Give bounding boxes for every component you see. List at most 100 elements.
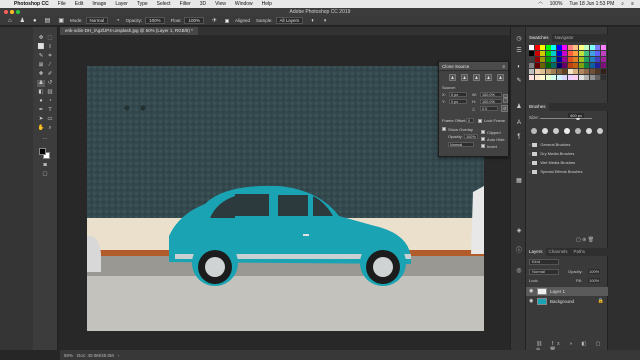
color-swatch[interactable] — [551, 69, 556, 74]
brush-tool-icon[interactable]: ✐ — [46, 71, 54, 78]
minimize-window-button[interactable] — [10, 10, 14, 14]
color-swatch[interactable] — [600, 51, 606, 56]
color-swatch[interactable] — [573, 45, 578, 50]
tab-channels[interactable]: Channels — [546, 248, 571, 256]
brush-size-slider[interactable] — [540, 118, 592, 119]
layer-visibility-eye-icon[interactable]: ◉ — [529, 287, 533, 296]
document-tab[interactable]: erik-odiin-DH_lAgZlJP4-unsplash.jpg @ 50… — [60, 27, 198, 35]
overlay-opacity-field[interactable]: 100% — [464, 134, 478, 139]
color-swatch[interactable] — [529, 63, 534, 68]
recent-brush-4[interactable] — [564, 128, 570, 134]
mode-dropdown[interactable]: Normal — [85, 17, 109, 24]
pen-tool-icon[interactable]: ✒ — [37, 107, 45, 114]
color-swatch[interactable] — [600, 45, 606, 50]
close-window-button[interactable] — [4, 10, 8, 14]
screen-mode-icon[interactable]: ▢ — [41, 171, 49, 178]
color-swatch[interactable] — [600, 57, 606, 62]
color-swatch[interactable] — [589, 75, 595, 80]
wifi-icon[interactable]: ◠ — [538, 0, 542, 8]
layer-visibility-eye-icon[interactable]: ◉ — [529, 297, 533, 306]
clone-source-5-icon[interactable]: ♟ — [497, 74, 504, 81]
color-swatch[interactable] — [589, 51, 595, 56]
offset-y-field[interactable]: 0 px — [449, 99, 467, 104]
character-panel-icon[interactable]: A — [515, 119, 523, 127]
color-swatch[interactable] — [567, 63, 573, 68]
color-swatch[interactable] — [589, 57, 595, 62]
clone-source-1-icon[interactable]: ♟ — [449, 74, 456, 81]
color-swatch[interactable] — [529, 51, 534, 56]
color-swatch[interactable] — [562, 51, 567, 56]
layer-filter-kind[interactable]: Kind — [529, 259, 559, 265]
color-swatch[interactable] — [545, 69, 551, 74]
color-swatch[interactable] — [573, 69, 578, 74]
frame-offset-field[interactable]: 0 — [466, 118, 474, 123]
menu-type[interactable]: Type — [137, 0, 148, 8]
color-swatch[interactable] — [567, 69, 573, 74]
color-swatch[interactable] — [600, 69, 606, 74]
color-swatch[interactable] — [545, 63, 551, 68]
color-swatch[interactable] — [529, 69, 534, 74]
layer-opacity-field[interactable]: 100% — [588, 269, 601, 274]
pressure-size-icon[interactable]: ◑ — [323, 18, 327, 24]
marquee-tool-icon[interactable]: ⬜ — [37, 44, 45, 51]
more-tools-icon[interactable]: … — [41, 135, 49, 142]
color-swatch[interactable] — [540, 69, 545, 74]
clone-source-panel-icon[interactable]: ♟ — [515, 103, 523, 111]
foreground-color-swatch[interactable] — [39, 148, 46, 155]
reset-transform-icon[interactable]: ↺ — [501, 105, 508, 112]
color-swatch[interactable] — [540, 51, 545, 56]
link-scale-icon[interactable]: ∞ — [503, 94, 508, 103]
clone-source-4-icon[interactable]: ♟ — [485, 74, 492, 81]
frame-tool-icon[interactable]: ⊠ — [37, 62, 45, 69]
recent-brush-7[interactable] — [597, 128, 603, 134]
color-swatch[interactable] — [545, 75, 551, 80]
move-tool-icon[interactable]: ✥ — [37, 35, 45, 42]
color-swatch[interactable] — [556, 57, 562, 62]
opacity-field[interactable]: 100% — [145, 17, 165, 24]
clone-source-panel-icon[interactable]: ▣ — [58, 17, 64, 24]
color-swatch[interactable] — [595, 51, 600, 56]
recent-brush-1[interactable] — [531, 128, 537, 134]
brush-folder-dry-media[interactable]: › Dry Media Brushes — [529, 150, 574, 157]
color-swatch[interactable] — [600, 63, 606, 68]
color-swatch[interactable] — [584, 63, 589, 68]
color-swatch[interactable] — [562, 45, 567, 50]
overlay-blend-dropdown[interactable]: Normal — [448, 142, 474, 147]
color-swatch[interactable] — [545, 57, 551, 62]
artboard-tool-icon[interactable]: ⬚ — [46, 35, 54, 42]
color-swatch[interactable] — [600, 75, 606, 80]
menu-extras-icon[interactable]: ≡ — [631, 0, 634, 8]
color-swatch[interactable] — [578, 45, 584, 50]
brush-folder-wet-media[interactable]: › Wet Media Brushes — [529, 159, 575, 166]
brush-preset-picker-icon[interactable]: ● — [33, 18, 37, 24]
color-swatch[interactable] — [573, 63, 578, 68]
color-swatch[interactable] — [529, 75, 534, 80]
menu-window[interactable]: Window — [235, 0, 253, 8]
color-swatch[interactable] — [534, 69, 540, 74]
healing-brush-tool-icon[interactable]: ✚ — [37, 71, 45, 78]
color-swatch[interactable] — [540, 45, 545, 50]
lasso-tool-icon[interactable]: ℓ — [46, 44, 54, 51]
eraser-tool-icon[interactable]: ◧ — [37, 89, 45, 96]
crop-tool-icon[interactable]: ⌗ — [46, 53, 54, 60]
hand-tool-icon[interactable]: ✋ — [37, 125, 45, 132]
color-swatch[interactable] — [567, 75, 573, 80]
clone-stamp-tool-icon[interactable]: ♟ — [37, 80, 45, 87]
color-swatch[interactable] — [584, 57, 589, 62]
color-swatch[interactable] — [534, 51, 540, 56]
menu-layer[interactable]: Layer — [115, 0, 128, 8]
color-swatch[interactable] — [578, 57, 584, 62]
color-swatch[interactable] — [562, 63, 567, 68]
auto-hide-checkbox[interactable] — [481, 137, 485, 141]
color-swatch[interactable] — [584, 69, 589, 74]
dodge-tool-icon[interactable]: ◔ — [46, 98, 54, 105]
properties-panel-icon[interactable]: ☰ — [515, 47, 523, 55]
menu-filter[interactable]: Filter — [180, 0, 191, 8]
tab-layers[interactable]: Layers — [526, 248, 546, 256]
height-scale-field[interactable]: 100.0% — [480, 99, 502, 104]
color-swatch[interactable] — [556, 69, 562, 74]
color-swatch[interactable] — [567, 51, 573, 56]
status-arrow-icon[interactable]: › — [118, 353, 120, 358]
color-swatch[interactable] — [545, 51, 551, 56]
color-swatch[interactable] — [556, 51, 562, 56]
